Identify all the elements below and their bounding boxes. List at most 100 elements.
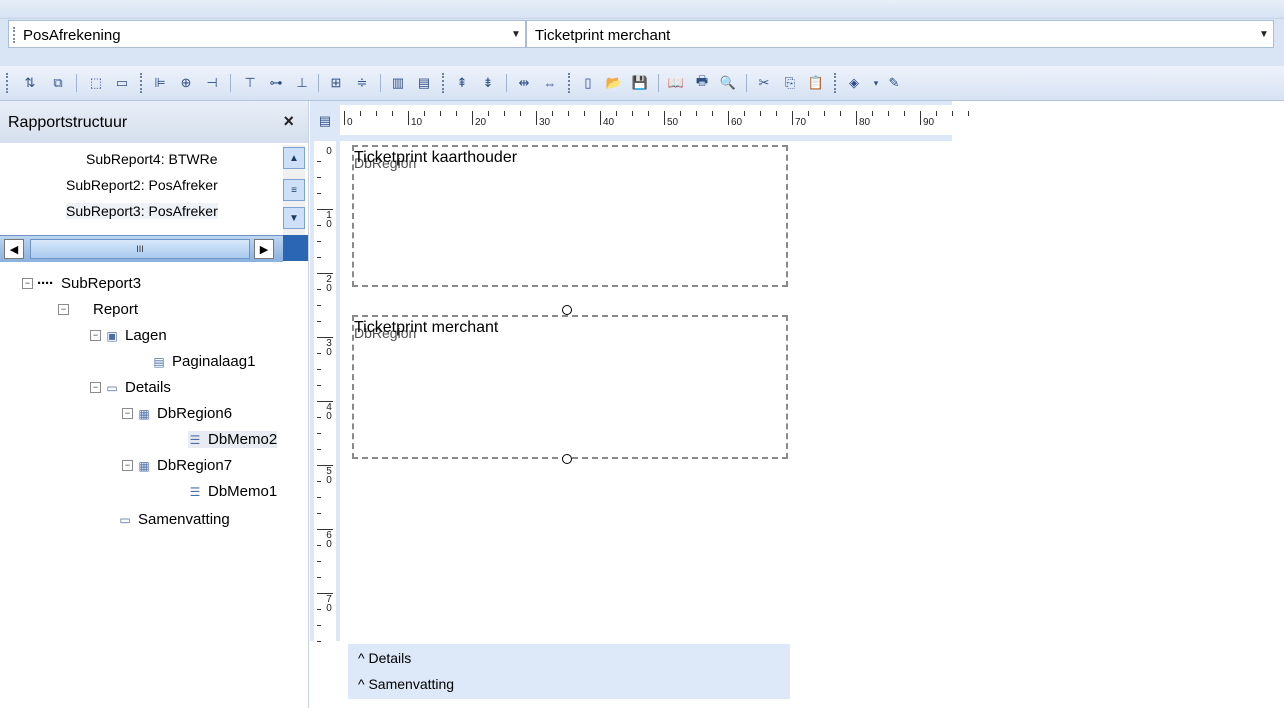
space-vertical-icon[interactable]: ≑ bbox=[352, 74, 372, 92]
align-top-icon[interactable]: ⊤ bbox=[240, 74, 260, 92]
ruler-major-tick bbox=[600, 111, 601, 125]
grid-icon[interactable]: ▤ bbox=[317, 113, 333, 129]
copy-icon[interactable]: ⎘ bbox=[780, 74, 800, 92]
tree-node-label: Samenvatting bbox=[138, 511, 230, 528]
fill-color-icon[interactable]: ◈ bbox=[844, 74, 864, 92]
chevron-down-icon[interactable]: ▼ bbox=[509, 25, 523, 43]
paste-icon[interactable]: 📋 bbox=[806, 74, 826, 92]
new-icon[interactable]: ▯ bbox=[578, 74, 598, 92]
ruler-minor-tick bbox=[904, 111, 905, 116]
bring-forward-icon[interactable]: ⇅ bbox=[20, 74, 40, 92]
collapse-icon[interactable]: − bbox=[58, 304, 69, 315]
db-region-6[interactable]: DbRegion Ticketprint kaarthouder bbox=[352, 145, 788, 287]
memo-text[interactable]: Ticketprint merchant bbox=[354, 319, 498, 337]
align-right-icon[interactable]: ⊣ bbox=[202, 74, 222, 92]
tree-node-paginalaag1[interactable]: ▤ Paginalaag1 bbox=[152, 353, 255, 370]
chevron-down-icon[interactable]: ▼ bbox=[1257, 25, 1271, 43]
scroll-thumb[interactable]: ≡ bbox=[283, 179, 305, 201]
space-horizontal-icon[interactable]: ⊞ bbox=[326, 74, 346, 92]
collapse-icon[interactable]: − bbox=[122, 408, 133, 419]
ruler-minor-tick bbox=[317, 321, 321, 322]
tree-node-dbmemo2[interactable]: ☰ DbMemo2 bbox=[188, 431, 278, 448]
scroll-corner bbox=[283, 235, 308, 261]
tree-node-dbregion6[interactable]: − ▦ DbRegion6 bbox=[122, 405, 232, 422]
vertical-scrollbar[interactable]: ▲ ≡ ▼ bbox=[283, 145, 305, 235]
ruler-major-tick bbox=[408, 111, 409, 125]
align-center-icon[interactable]: ⊕ bbox=[176, 74, 196, 92]
db-region-7[interactable]: DbRegion Ticketprint merchant bbox=[352, 315, 788, 459]
report-canvas[interactable]: DbRegion Ticketprint kaarthouder DbRegio… bbox=[340, 141, 790, 641]
shrink-icon[interactable]: ▭ bbox=[112, 74, 132, 92]
move-up-icon[interactable]: ⇞ bbox=[452, 74, 472, 92]
move-down-icon[interactable]: ⇟ bbox=[478, 74, 498, 92]
ruler-marks: 0 10 20 30 40 50 60 70 80 90 bbox=[340, 105, 969, 135]
ruler-minor-tick bbox=[584, 111, 585, 116]
scroll-down-icon[interactable]: ▼ bbox=[283, 207, 305, 229]
band-selector[interactable]: Ticketprint merchant ▼ bbox=[526, 20, 1274, 48]
print-icon[interactable]: 🖶 bbox=[692, 73, 712, 92]
align-bottom-icon[interactable]: ⊥ bbox=[292, 74, 312, 92]
collapse-icon[interactable]: − bbox=[90, 382, 101, 393]
tree-node-report[interactable]: − Report bbox=[58, 301, 138, 318]
tree-node-dbmemo1[interactable]: ☰ DbMemo1 bbox=[188, 483, 278, 500]
ruler-minor-tick bbox=[317, 305, 321, 306]
ruler-major-tick bbox=[344, 111, 345, 125]
print-preview-icon[interactable]: 🔍 bbox=[718, 74, 738, 92]
list-item[interactable]: SubReport3: PosAfreker bbox=[66, 203, 218, 219]
scroll-right-icon[interactable]: ▶ bbox=[254, 239, 274, 259]
close-icon[interactable]: × bbox=[283, 111, 294, 132]
ruler-minor-tick bbox=[808, 111, 809, 116]
memo-text[interactable]: Ticketprint kaarthouder bbox=[354, 149, 517, 167]
scroll-left-icon[interactable]: ◀ bbox=[4, 239, 24, 259]
band-selector-value: Ticketprint merchant bbox=[535, 27, 671, 44]
horizontal-scrollbar[interactable]: ◀ III ▶ bbox=[0, 235, 283, 262]
report-selector[interactable]: PosAfrekening ▼ bbox=[8, 20, 526, 48]
resize-handle[interactable] bbox=[562, 454, 572, 464]
ruler-minor-tick bbox=[568, 111, 569, 116]
tree-node-details[interactable]: − ▭ Details bbox=[90, 379, 171, 396]
ruler-minor-tick bbox=[376, 111, 377, 116]
open-icon[interactable]: 📂 bbox=[604, 74, 624, 92]
scroll-thumb[interactable]: III bbox=[30, 239, 250, 259]
align-left-icon[interactable]: ⊫ bbox=[150, 74, 170, 92]
collapse-icon[interactable]: − bbox=[90, 330, 101, 341]
ruler-minor-tick bbox=[317, 513, 321, 514]
collapse-icon[interactable]: − bbox=[122, 460, 133, 471]
ruler-label: 10 bbox=[326, 210, 332, 230]
send-backward-icon[interactable]: ⧉ bbox=[48, 74, 68, 92]
scroll-up-icon[interactable]: ▲ bbox=[283, 147, 305, 169]
ruler-minor-tick bbox=[317, 289, 321, 290]
grow-icon[interactable]: ⬚ bbox=[86, 74, 106, 92]
list-item[interactable]: SubReport2: PosAfreker bbox=[66, 177, 218, 193]
cut-icon[interactable]: ✂ bbox=[754, 74, 774, 92]
same-height-icon[interactable]: ▤ bbox=[414, 74, 434, 92]
ruler-label: 50 bbox=[667, 117, 679, 128]
ruler-label: 10 bbox=[411, 117, 423, 128]
ruler-minor-tick bbox=[552, 111, 553, 116]
ruler-minor-tick bbox=[616, 111, 617, 116]
list-item[interactable]: SubReport4: BTWRe bbox=[86, 151, 218, 167]
resize-handle[interactable] bbox=[562, 305, 572, 315]
same-width-icon[interactable]: ▥ bbox=[388, 74, 408, 92]
ruler-minor-tick bbox=[317, 225, 321, 226]
fit-height-icon[interactable]: ⇔ bbox=[540, 74, 560, 92]
tree-node-subreport3[interactable]: − ···· SubReport3 bbox=[22, 275, 141, 292]
ruler-minor-tick bbox=[317, 561, 321, 562]
line-color-icon[interactable]: ✎ bbox=[884, 74, 904, 92]
tree-node-lagen[interactable]: − ▣ Lagen bbox=[90, 327, 167, 344]
fit-width-icon[interactable]: ⇹ bbox=[514, 74, 534, 92]
ruler-minor-tick bbox=[520, 111, 521, 116]
band-details[interactable]: ^ Details bbox=[358, 650, 411, 666]
tree-node-samenvatting[interactable]: ▭ Samenvatting bbox=[118, 511, 230, 528]
ruler-minor-tick bbox=[680, 111, 681, 116]
band-samenvatting[interactable]: ^ Samenvatting bbox=[358, 676, 454, 692]
save-icon[interactable]: 💾 bbox=[630, 74, 650, 92]
ruler-minor-tick bbox=[760, 111, 761, 116]
align-middle-icon[interactable]: ⊶ bbox=[266, 74, 286, 92]
tree-node-dbregion7[interactable]: − ▦ DbRegion7 bbox=[122, 457, 232, 474]
collapse-icon[interactable]: − bbox=[22, 278, 33, 289]
tree-node-label: Lagen bbox=[125, 327, 167, 344]
ruler-label: 0 bbox=[347, 117, 353, 128]
preview-icon[interactable]: 📖 bbox=[666, 74, 686, 92]
chevron-down-icon[interactable]: ▾ bbox=[866, 74, 886, 92]
